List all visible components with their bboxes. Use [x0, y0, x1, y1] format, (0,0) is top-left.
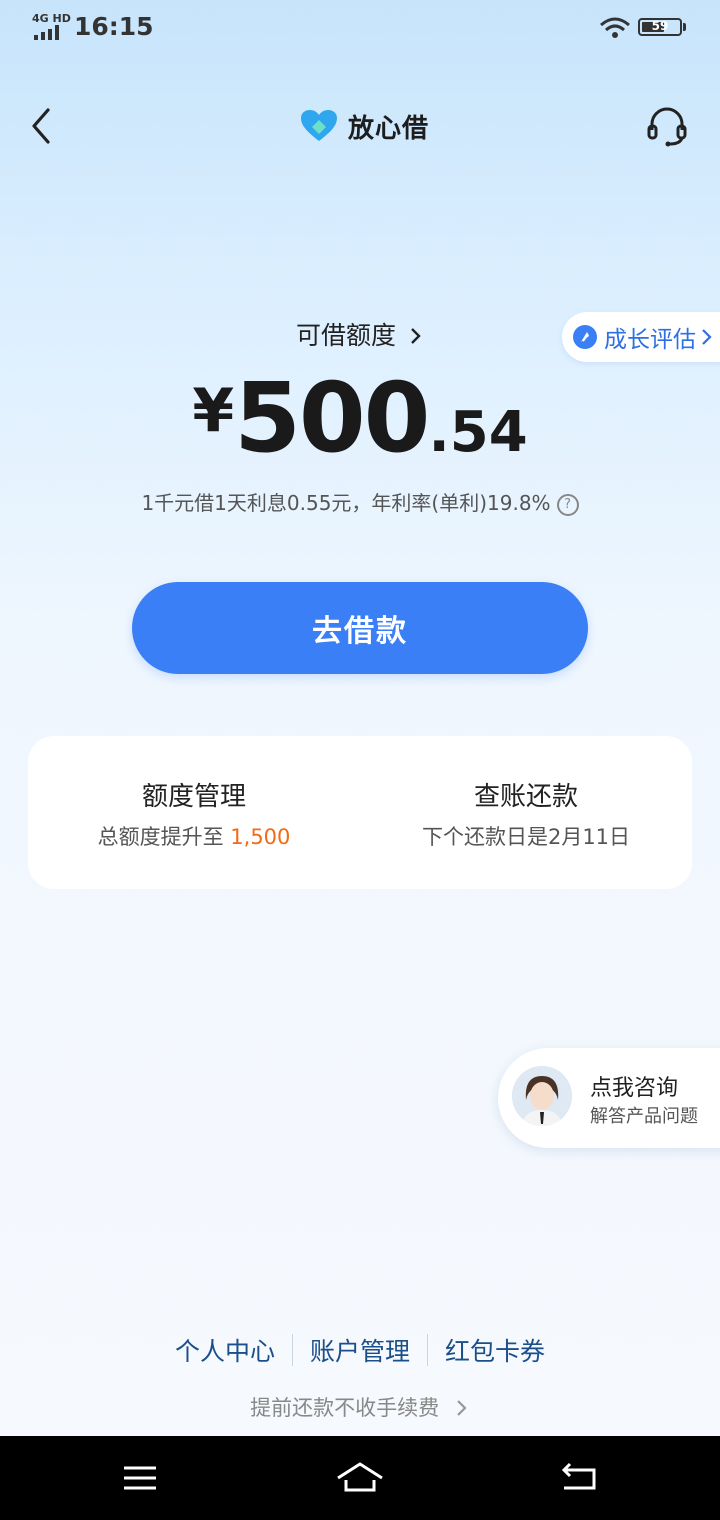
help-icon[interactable]: ? [556, 493, 579, 516]
limit-subtitle-text: 总额度提升至 [97, 825, 231, 849]
signal-icon [34, 24, 62, 40]
growth-icon [573, 325, 597, 349]
prepay-text: 提前还款不收手续费 [250, 1396, 440, 1420]
return-button[interactable] [550, 1454, 610, 1502]
coupons-link[interactable]: 红包卡券 [428, 1332, 562, 1368]
logo-icon [301, 110, 337, 141]
agent-avatar-icon [512, 1066, 572, 1126]
credit-limit-label: 可借额度 [296, 321, 397, 350]
borrow-button[interactable]: 去借款 [132, 582, 588, 674]
menu-icon [124, 1466, 156, 1490]
battery-tip [683, 23, 686, 31]
consult-title: 点我咨询 [590, 1076, 679, 1101]
home-icon [337, 1462, 383, 1492]
footer-links: 个人中心 账户管理 红包卡券 [0, 1330, 720, 1370]
limit-highlight: 1,500 [230, 825, 291, 849]
growth-assessment-button[interactable]: 成长评估 [562, 312, 720, 362]
personal-center-link[interactable]: 个人中心 [158, 1332, 292, 1368]
interest-rate-info: 1千元借1天利息0.55元，年利率(单利)19.8%? [0, 487, 720, 516]
limit-management[interactable]: 额度管理 总额度提升至 1,500 [28, 736, 360, 889]
bill-repayment-subtitle: 下个还款日是2月11日 [421, 825, 631, 849]
back-button[interactable] [26, 104, 66, 148]
consult-subtitle: 解答产品问题 [590, 1106, 698, 1127]
bill-repayment[interactable]: 查账还款 下个还款日是2月11日 [360, 736, 692, 889]
status-time: 16:15 [74, 12, 154, 41]
currency-symbol: ¥ [192, 376, 235, 446]
amount-integer: 500 [234, 362, 430, 474]
account-management-link[interactable]: 账户管理 [293, 1332, 427, 1368]
prepay-link[interactable]: 提前还款不收手续费 [0, 1392, 720, 1422]
back-icon [32, 108, 50, 144]
chevron-right-icon [702, 329, 712, 345]
available-amount: ¥500.54 [0, 362, 720, 474]
menu-button[interactable] [110, 1454, 170, 1502]
amount-decimal: .54 [428, 400, 528, 465]
bill-repayment-title: 查账还款 [473, 782, 578, 812]
limit-management-subtitle: 总额度提升至 1,500 [28, 821, 360, 851]
growth-label: 成长评估 [604, 327, 696, 353]
consult-widget[interactable]: 点我咨询 解答产品问题 [498, 1048, 720, 1148]
chevron-right-icon [457, 1400, 467, 1416]
chevron-right-icon [411, 328, 421, 344]
battery-icon: 59 [638, 18, 682, 36]
customer-service-button[interactable] [644, 104, 690, 150]
headset-icon [647, 107, 687, 147]
avatar [512, 1066, 572, 1126]
wifi-icon [600, 17, 630, 38]
app-name: 放心借 [348, 113, 430, 144]
status-bar: 4G HD 16:15 59 [0, 0, 720, 56]
quick-actions-card: 额度管理 总额度提升至 1,500 查账还款 下个还款日是2月11日 [28, 736, 692, 889]
limit-management-title: 额度管理 [141, 782, 246, 812]
system-navigation-bar [0, 1436, 720, 1520]
home-button[interactable] [330, 1454, 390, 1502]
app-logo: 放心借 [300, 108, 429, 144]
battery-level: 59 [651, 19, 669, 33]
rate-text: 1千元借1天利息0.55元，年利率(单利)19.8% [141, 491, 551, 515]
return-icon [561, 1462, 596, 1490]
